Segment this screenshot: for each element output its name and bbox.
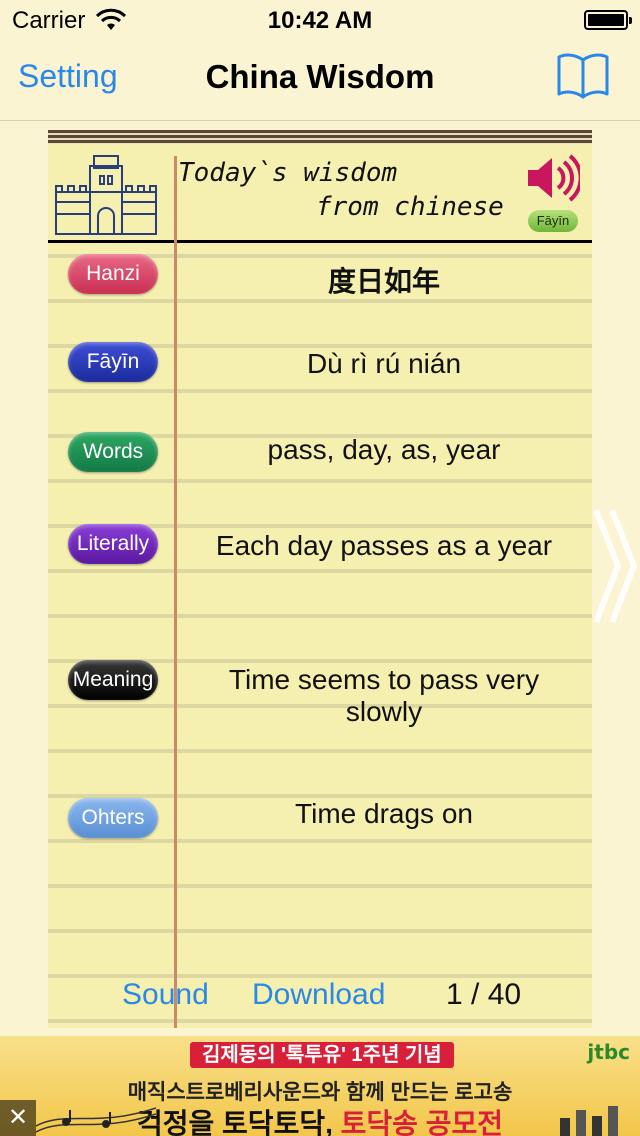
meaning-label[interactable]: Meaning [68,660,158,700]
navigation-bar: Setting China Wisdom [0,40,640,121]
hanzi-value: 度日如年 [327,265,440,298]
sound-button[interactable]: Sound [122,978,209,1012]
others-value: Time drags on [295,798,473,829]
margin-line [174,156,177,1028]
great-wall-gate-icon [55,155,157,235]
status-time: 10:42 AM [267,7,373,34]
words-label[interactable]: Words [68,432,158,472]
next-chevron-icon[interactable] [592,506,640,626]
ad-close-button[interactable]: ✕ [0,1100,36,1136]
literally-value: Each day passes as a year [215,530,553,561]
download-button[interactable]: Download [252,978,385,1012]
book-icon[interactable] [556,50,610,100]
ad-tagline-part1: 걱정을 토닥토닥, [136,1108,341,1136]
fayin-badge[interactable]: Fāyīn [528,210,578,232]
page-counter: 1 / 40 [446,978,522,1011]
hanzi-label[interactable]: Hanzi [68,254,158,294]
ad-tagline-part2: 토닥송 공모전 [340,1108,503,1136]
header-title-line1: Today`s wisdom [178,158,398,188]
words-value: pass, day, as, year [267,434,501,465]
wisdom-notepad: Today`s wisdom from chinese Fāyīn Hanzi … [48,130,592,1028]
meaning-value: Time seems to pass very slowly [228,664,540,727]
fayin-value: Dù rì rú nián [306,348,462,379]
status-bar: Carrier 10:42 AM [0,0,640,40]
ad-brand-logo: jtbc [587,1040,630,1064]
fayin-label[interactable]: Fāyīn [68,342,158,382]
ad-decoration-icon [560,1106,618,1136]
header-title-line2: from chinese [316,192,504,222]
music-notes-icon [36,1107,156,1133]
speaker-icon[interactable] [524,150,580,206]
header-divider [48,240,592,243]
others-label[interactable]: Ohters [68,798,158,838]
page-title: China Wisdom [205,58,435,95]
ad-headline: 김제동의 '톡투유' 1주년 기념 [190,1042,454,1068]
notepad-binding [48,130,592,144]
ad-banner[interactable]: 김제동의 '톡투유' 1주년 기념 jtbc 매직스트로베리사운드와 함께 만드… [0,1036,640,1136]
literally-label[interactable]: Literally [68,524,158,564]
battery-icon [584,10,632,30]
